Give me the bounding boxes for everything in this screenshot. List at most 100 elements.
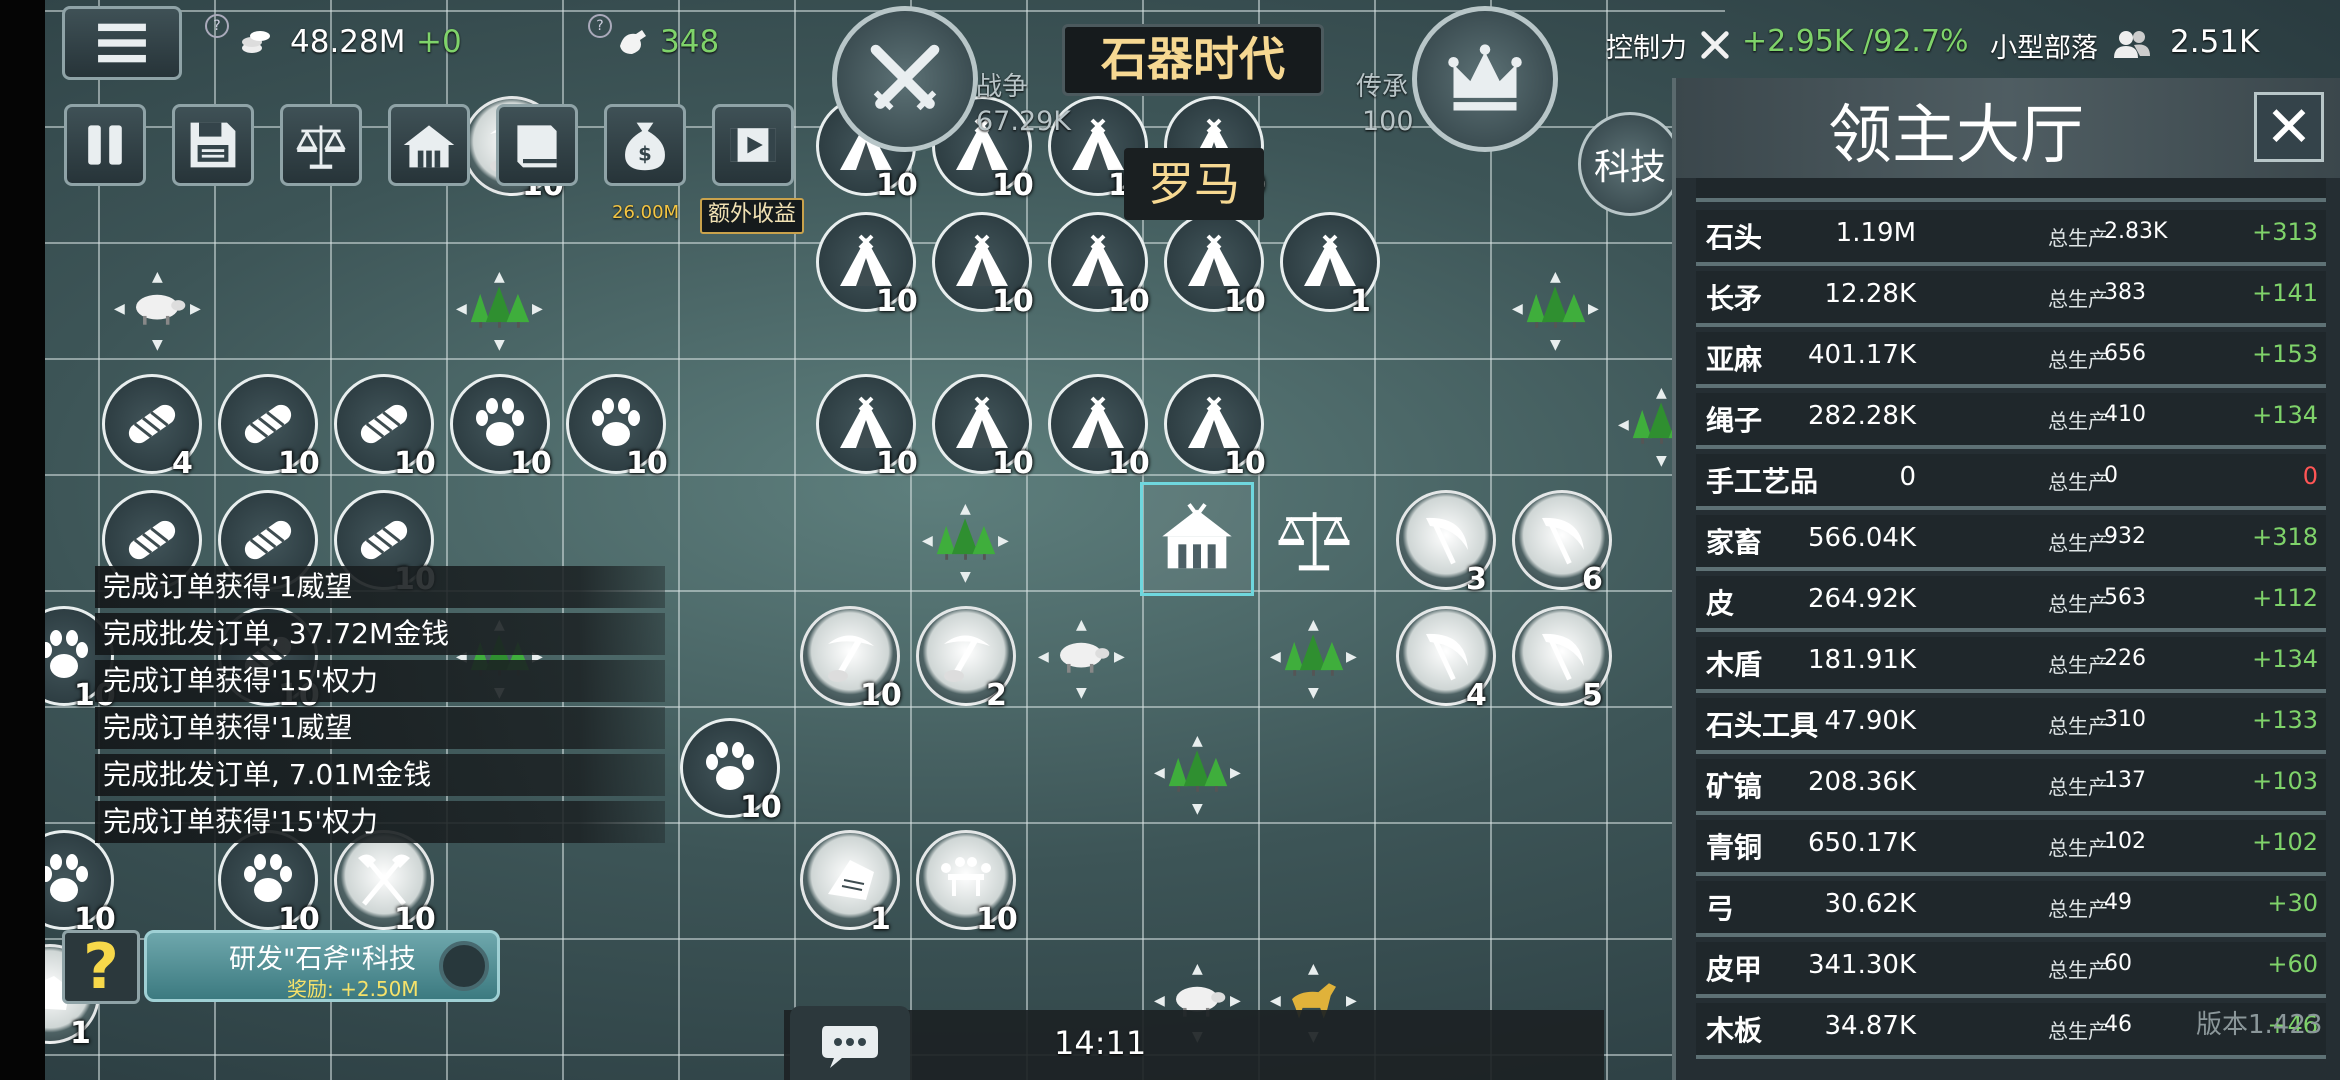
move-arrow-icon[interactable]: ▲ [1308,958,1319,980]
move-arrow-icon[interactable]: ▼ [960,566,971,588]
heritage-button[interactable] [1412,6,1558,152]
move-arrow-icon[interactable]: ▲ [1308,614,1319,636]
tile-count: 10 [1108,446,1150,481]
resource-row[interactable]: 绳子 282.28K 总生产 410 +134 [1696,393,2326,449]
move-arrow-icon[interactable]: ◀ [114,298,125,320]
resource-row[interactable]: 石头工具 47.90K 总生产 310 +133 [1696,698,2326,754]
move-arrow-icon[interactable]: ◀ [1270,646,1281,668]
move-arrow-icon[interactable]: ▲ [494,266,505,288]
tile-count: 10 [876,168,918,203]
panel-title: 领主大厅 [1828,99,2084,173]
scythe-icon [1426,517,1468,565]
era-title: 石器时代 [1101,32,1285,86]
move-arrow-icon[interactable]: ▼ [1308,682,1319,704]
resource-row[interactable]: 石头 1.19M 总生产 2.83K +313 [1696,210,2326,266]
move-arrow-icon[interactable]: ▶ [190,298,201,320]
production-label: 总生产 [2048,348,2108,372]
era-banner[interactable]: 石器时代 [1062,24,1324,96]
move-arrow-icon[interactable]: ◀ [922,530,933,552]
resource-amount: 208.36K [1807,767,1916,797]
move-arrow-icon[interactable]: ▼ [1550,334,1561,356]
save-button[interactable] [172,104,254,186]
money-bag-button[interactable]: $ [604,104,686,186]
move-arrow-icon[interactable]: ▼ [494,334,505,356]
move-arrow-icon[interactable]: ◀ [456,298,467,320]
trade-button[interactable] [280,104,362,186]
move-arrow-icon[interactable]: ▶ [1230,762,1241,784]
move-arrow-icon[interactable]: ▶ [1230,990,1241,1012]
tile-count: 10 [976,902,1018,937]
move-arrow-icon[interactable]: ▲ [1192,958,1203,980]
tile-count: 10 [626,446,668,481]
move-arrow-icon[interactable]: ▶ [1346,646,1357,668]
resource-amount: 282.28K [1807,401,1916,431]
tile-count: 5 [1582,678,1603,713]
hall-icon [1162,503,1232,569]
rope-icon [128,404,176,444]
lord-hall-building[interactable] [1140,482,1254,596]
resource-amount: 341.30K [1807,950,1916,980]
move-arrow-icon[interactable]: ▼ [1076,682,1087,704]
extra-income-badge[interactable]: 额外收益 [700,198,805,234]
paw-icon [476,398,524,446]
production-label: 总生产 [2048,592,2108,616]
lord-hall-button[interactable] [388,104,470,186]
resource-row[interactable]: 矿镐 208.36K 总生产 137 +103 [1696,759,2326,815]
move-arrow-icon[interactable]: ▲ [1550,266,1561,288]
move-arrow-icon[interactable]: ▲ [152,266,163,288]
menu-button[interactable] [62,6,182,80]
resource-row[interactable]: 长矛 12.28K 总生产 383 +141 [1696,271,2326,327]
move-arrow-icon[interactable]: ◀ [1154,762,1165,784]
move-arrow-icon[interactable]: ▶ [1114,646,1125,668]
resource-row[interactable]: 弓 30.62K 总生产 49 +30 [1696,881,2326,937]
resource-row[interactable]: 家畜 566.04K 总生产 932 +318 [1696,515,2326,571]
move-arrow-icon[interactable]: ◀ [1154,990,1165,1012]
chat-bubble-icon [822,1026,878,1068]
move-arrow-icon[interactable]: ▼ [1656,450,1667,472]
resource-amount: 34.87K [1824,1011,1916,1041]
help-question-mark: ? [83,930,119,1003]
war-button[interactable] [832,6,978,152]
map-scales[interactable] [1264,490,1364,590]
move-arrow-icon[interactable]: ▶ [1588,298,1599,320]
book-button[interactable] [496,104,578,186]
resource-row[interactable]: 青铜 650.17K 总生产 102 +102 [1696,820,2326,876]
pause-button[interactable] [64,104,146,186]
move-arrow-icon[interactable]: ▲ [1192,730,1203,752]
crown-icon [1448,44,1522,111]
move-arrow-icon[interactable]: ◀ [1618,414,1629,436]
resource-row[interactable]: 手工艺品 0 总生产 0 0 [1696,454,2326,510]
tech-button[interactable]: 科技 [1578,112,1682,216]
video-button[interactable] [712,104,794,186]
move-arrow-icon[interactable]: ◀ [1512,298,1523,320]
resource-row[interactable]: 皮 264.92K 总生产 563 +112 [1696,576,2326,632]
left-edge-bar [0,0,45,1080]
resource-delta: +112 [2252,584,2318,612]
move-arrow-icon[interactable]: ▶ [998,530,1009,552]
resource-amount: 47.90K [1824,706,1916,736]
move-arrow-icon[interactable]: ◀ [1038,646,1049,668]
move-arrow-icon[interactable]: ▼ [1192,798,1203,820]
close-button[interactable]: ✕ [2254,92,2324,162]
help-icon[interactable]: ? [588,14,612,38]
lord-hall-panel: 领主大厅 ✕ 石头 1.19M 总生产 2.83K +313 长矛 12.28K 总生产 383… [1672,78,2340,1080]
help-button[interactable]: ? [62,930,140,1004]
resource-amount: 1.19M [1835,218,1916,248]
help-icon[interactable]: ? [205,14,229,38]
move-arrow-icon[interactable]: ▲ [1076,614,1087,636]
close-icon: ✕ [2265,94,2313,160]
move-arrow-icon[interactable]: ◀ [1270,990,1281,1012]
move-arrow-icon[interactable]: ▲ [1656,382,1667,404]
move-arrow-icon[interactable]: ▶ [1346,990,1357,1012]
move-arrow-icon[interactable]: ▼ [152,334,163,356]
resource-name: 青铜 [1706,831,1763,864]
move-arrow-icon[interactable]: ▲ [960,498,971,520]
scythe-icon [1426,633,1468,681]
move-arrow-icon[interactable]: ▶ [532,298,543,320]
research-banner[interactable]: 研发"石斧"科技 奖励: +2.50M [144,930,500,1002]
resource-row[interactable]: 木盾 181.91K 总生产 226 +134 [1696,637,2326,693]
resource-row[interactable]: 皮甲 341.30K 总生产 60 +60 [1696,942,2326,998]
resource-name: 亚麻 [1706,343,1763,376]
resource-row[interactable]: 亚麻 401.17K 总生产 656 +153 [1696,332,2326,388]
chat-button[interactable] [790,1006,910,1080]
